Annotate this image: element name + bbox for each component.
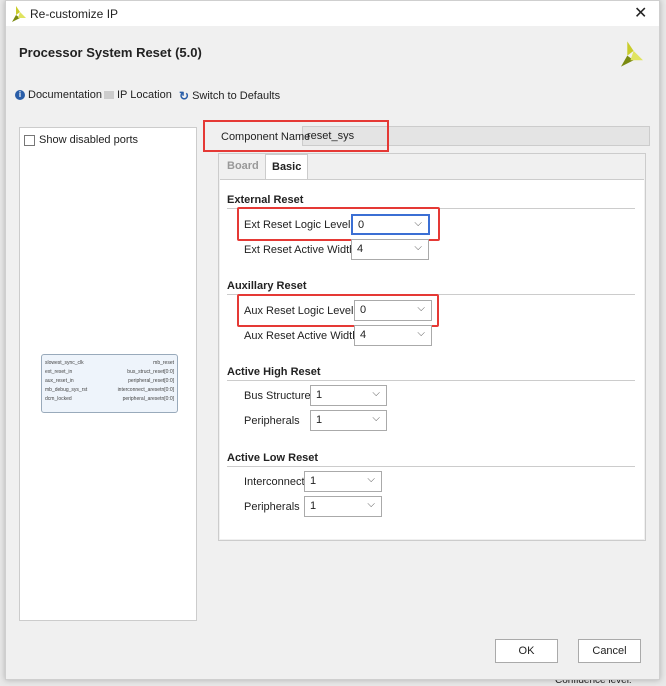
- chevron-down-icon: ⌵: [417, 328, 425, 339]
- documentation-label: Documentation: [28, 89, 102, 101]
- chevron-down-icon: ⌵: [367, 474, 375, 485]
- window-title: Re-customize IP: [30, 7, 119, 21]
- ext-reset-active-width-select[interactable]: 4 ⌵: [351, 239, 429, 260]
- tab-board[interactable]: Board: [221, 154, 265, 179]
- chevron-down-icon: ⌵: [372, 413, 380, 424]
- switch-defaults-label: Switch to Defaults: [192, 90, 281, 102]
- ext-reset-active-width-label: Ext Reset Active Width: [244, 244, 356, 256]
- chevron-down-icon: ⌵: [372, 388, 380, 399]
- peripherals-high-select[interactable]: 1 ⌵: [310, 410, 387, 431]
- divider: [227, 466, 635, 467]
- switch-defaults-button[interactable]: ↻ Switch to Defaults: [179, 89, 280, 103]
- select-value: 1: [316, 389, 323, 401]
- interconnect-select[interactable]: 1 ⌵: [304, 471, 382, 492]
- section-title: External Reset: [227, 194, 304, 206]
- port: interconnect_aresetn[0:0]: [117, 387, 174, 393]
- checkbox[interactable]: [24, 134, 35, 146]
- show-disabled-ports-checkbox[interactable]: Show disabled ports: [24, 134, 138, 146]
- info-icon: i: [15, 90, 25, 100]
- section-title: Active Low Reset: [227, 452, 319, 464]
- cancel-button[interactable]: Cancel: [578, 639, 641, 663]
- tab-panel: Board Basic External Reset Ext Reset Log…: [218, 153, 646, 541]
- ip-title: Processor System Reset (5.0): [19, 45, 202, 60]
- port: ext_reset_in: [45, 369, 73, 375]
- peripherals-low-select[interactable]: 1 ⌵: [304, 496, 382, 517]
- highlight-box: [237, 207, 440, 241]
- bus-structure-label: Bus Structure: [244, 390, 311, 402]
- basic-tab-content: External Reset Ext Reset Logic Level 0 ⌵ …: [220, 179, 644, 539]
- recustomize-ip-dialog: Re-customize IP ✕ Processor System Reset…: [5, 0, 660, 680]
- peripherals-high-label: Peripherals: [244, 415, 300, 427]
- chevron-down-icon: ⌵: [414, 242, 422, 253]
- ip-location-label: IP Location: [117, 89, 172, 101]
- vivado-logo-icon: [621, 41, 643, 67]
- bus-structure-select[interactable]: 1 ⌵: [310, 385, 387, 406]
- aux-reset-active-width-label: Aux Reset Active Width: [244, 330, 359, 342]
- select-value: 4: [360, 329, 367, 341]
- select-value: 1: [316, 414, 323, 426]
- port: mb_reset: [153, 360, 174, 366]
- ip-block-symbol: slowest_sync_clk ext_reset_in aux_reset_…: [41, 354, 178, 413]
- port: bus_struct_reset[0:0]: [127, 369, 174, 375]
- port: aux_reset_in: [45, 378, 74, 384]
- port: peripheral_reset[0:0]: [128, 378, 174, 384]
- ip-location-button[interactable]: IP Location: [104, 89, 172, 101]
- select-value: 1: [310, 500, 317, 512]
- port: dcm_locked: [45, 396, 72, 402]
- port: slowest_sync_clk: [45, 360, 84, 366]
- highlight-box: [203, 120, 389, 152]
- peripherals-low-label: Peripherals: [244, 501, 300, 513]
- tab-basic[interactable]: Basic: [265, 154, 309, 179]
- aux-reset-active-width-select[interactable]: 4 ⌵: [354, 325, 432, 346]
- ok-button[interactable]: OK: [495, 639, 558, 663]
- folder-icon: [104, 91, 114, 99]
- divider: [227, 380, 635, 381]
- vivado-logo-icon: [12, 6, 26, 22]
- checkbox-label: Show disabled ports: [39, 134, 139, 146]
- title-bar: Re-customize IP ✕: [6, 1, 659, 26]
- highlight-box: [237, 294, 439, 327]
- close-button[interactable]: ✕: [634, 3, 647, 23]
- select-value: 4: [357, 243, 364, 255]
- port: mb_debug_sys_rst: [45, 387, 88, 393]
- select-value: 1: [310, 475, 317, 487]
- interconnect-label: Interconnect: [244, 476, 305, 488]
- section-title: Auxillary Reset: [227, 280, 307, 292]
- section-title: Active High Reset: [227, 366, 321, 378]
- chevron-down-icon: ⌵: [367, 499, 375, 510]
- port: peripheral_aresetn[0:0]: [122, 396, 174, 402]
- refresh-icon: ↻: [179, 89, 190, 103]
- symbol-panel: Show disabled ports slowest_sync_clk ext…: [19, 127, 197, 621]
- documentation-button[interactable]: i Documentation: [15, 89, 102, 101]
